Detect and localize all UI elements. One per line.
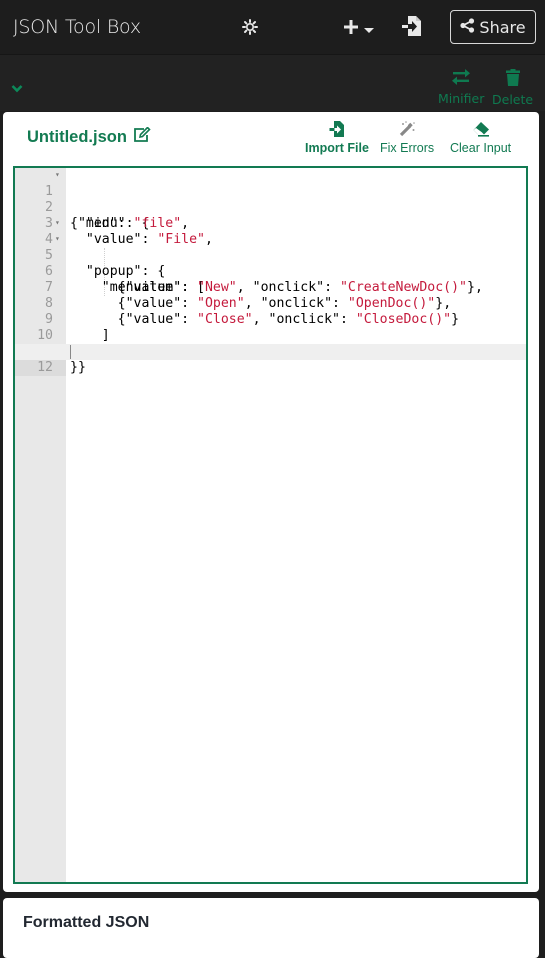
- minifier-label: Minifier: [438, 91, 485, 106]
- editor-line: 10 }: [15, 312, 526, 359]
- fix-errors-button[interactable]: Fix Errors: [380, 121, 434, 155]
- share-button[interactable]: Share: [450, 10, 536, 44]
- add-menu-button[interactable]: [343, 19, 374, 40]
- edit-icon[interactable]: [133, 126, 151, 148]
- clear-input-button[interactable]: Clear Input: [450, 121, 511, 155]
- share-label: Share: [479, 17, 526, 37]
- fix-errors-label: Fix Errors: [380, 141, 435, 155]
- gear-icon[interactable]: [242, 19, 258, 35]
- line-number: 12: [15, 360, 66, 376]
- editor-line: 11 }}: [15, 328, 526, 375]
- editor-line: 7 {"value": "Open", "onclick": "OpenDoc(…: [15, 264, 526, 311]
- fold-toggle-icon[interactable]: ▾: [55, 168, 60, 183]
- output-card: Formatted JSON: [3, 898, 539, 958]
- toolbar: Minifier Delete: [0, 55, 545, 111]
- brand-title[interactable]: JSON Tool Box: [13, 16, 141, 38]
- editor-line: 9 ]: [15, 296, 526, 343]
- json-editor[interactable]: 1 ▾ {"menu": { 2 "id": "file", 3 "value"…: [13, 166, 528, 884]
- filename-label: Untitled.json: [27, 128, 127, 146]
- eraser-icon: [472, 121, 490, 140]
- file-import-icon: [329, 121, 345, 140]
- editor-active-line[interactable]: 12: [15, 344, 526, 376]
- plus-icon: [343, 19, 359, 40]
- share-icon: [460, 17, 475, 37]
- editor-line: 8 {"value": "Close", "onclick": "CloseDo…: [15, 280, 526, 327]
- clear-input-label: Clear Input: [450, 141, 512, 155]
- import-file-button[interactable]: Import File: [305, 121, 369, 155]
- navbar: JSON Tool Box Share: [0, 0, 545, 55]
- filename-title[interactable]: Untitled.json: [27, 126, 151, 148]
- editor-line: 5 ▾ "menuitem": [: [15, 231, 526, 295]
- editor-line: 6 {"value": "New", "onclick": "CreateNew…: [15, 248, 526, 295]
- output-title: Formatted JSON: [23, 914, 150, 931]
- chevron-down-icon[interactable]: [11, 80, 23, 98]
- magic-wand-icon: [398, 121, 416, 140]
- text-cursor: [70, 345, 71, 359]
- fold-toggle-icon[interactable]: ▾: [55, 231, 60, 247]
- code-text: }}: [70, 360, 86, 375]
- editor-line: 3 "value": "File",: [15, 200, 526, 247]
- caret-down-icon: [364, 21, 374, 39]
- trash-icon: [505, 69, 521, 89]
- file-import-icon[interactable]: [401, 15, 423, 37]
- editor-line: 4 ▾ "popup": {: [15, 215, 526, 279]
- delete-label: Delete: [492, 92, 534, 107]
- import-file-label: Import File: [305, 141, 369, 155]
- minifier-button[interactable]: Minifier: [438, 69, 484, 106]
- editor-line: 1 ▾ {"menu": {: [15, 168, 526, 231]
- fold-toggle-icon[interactable]: ▾: [55, 215, 60, 231]
- delete-button[interactable]: Delete: [492, 69, 533, 107]
- input-card: Untitled.json Import File Fix Errors Cle…: [3, 112, 539, 892]
- editor-line: 2 "id": "file",: [15, 184, 526, 231]
- exchange-icon: [452, 69, 471, 88]
